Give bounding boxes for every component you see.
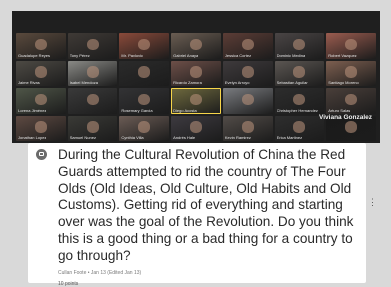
- participant-name: Samuel Nunez: [69, 135, 96, 140]
- participant-avatar: [345, 66, 358, 78]
- participant-tile[interactable]: Rosemary Garcia: [119, 88, 170, 114]
- participant-name: Robert Vazquez: [328, 52, 357, 58]
- participant-avatar: [138, 66, 151, 78]
- participant-avatar: [86, 66, 99, 78]
- participant-tile[interactable]: Diego Acosta: [171, 88, 221, 114]
- participant-avatar: [138, 93, 151, 106]
- participant-tile[interactable]: Santiago Moreno: [326, 60, 376, 86]
- post-points: 10 points: [58, 281, 79, 287]
- participant-tile[interactable]: [119, 60, 170, 86]
- participant-name: Ricardo Zamora: [173, 80, 202, 85]
- participant-avatar: [293, 121, 306, 133]
- participant-avatar: [293, 66, 306, 78]
- assignment-icon: [36, 149, 47, 160]
- participant-name: Christopher Hernandez: [276, 107, 318, 113]
- question-post-card[interactable]: During the Cultural Revolution of China …: [28, 143, 377, 287]
- participant-tile[interactable]: Arturo Salas: [326, 88, 376, 114]
- participant-tile[interactable]: [67, 88, 118, 114]
- participant-tile[interactable]: Christopher Hernandez: [274, 88, 325, 114]
- participant-grid: Guadalupe Reyes Tony Pérez Mr. Pavlovic Gab…: [16, 33, 376, 141]
- participant-avatar: [190, 38, 202, 51]
- participant-tile[interactable]: Tony Pérez: [67, 33, 118, 59]
- participant-avatar: [345, 38, 358, 51]
- participant-avatar: [345, 93, 358, 106]
- participant-tile[interactable]: Samuel Nunez: [67, 115, 118, 141]
- participant-tile[interactable]: Kevin Ramirez: [222, 115, 273, 141]
- participant-name: Sebastian Aguilar: [276, 80, 308, 85]
- participant-avatar: [241, 93, 254, 106]
- participant-tile[interactable]: Gabriel Anaya: [171, 33, 221, 59]
- question-text: During the Cultural Revolution of China …: [58, 147, 354, 263]
- participant-avatar: [34, 66, 47, 78]
- participant-tile[interactable]: Sebastian Aguilar: [274, 60, 325, 86]
- participant-avatar: [138, 38, 151, 51]
- participant-name: Mr. Pavlovic: [121, 52, 143, 58]
- participant-tile[interactable]: Guadalupe Reyes: [16, 33, 66, 59]
- participant-tile[interactable]: Cynthia Villa: [119, 115, 170, 141]
- post-meta: Cullan Foote • Jan 13 (Edited Jan 13): [58, 270, 142, 276]
- participant-tile[interactable]: Robert Vazquez: [326, 33, 376, 59]
- participant-name: Tony Pérez: [69, 52, 90, 58]
- participant-avatar: [241, 66, 254, 78]
- participant-avatar: [293, 93, 306, 106]
- participant-avatar: [86, 121, 99, 133]
- participant-tile[interactable]: Jonathan Lopez: [16, 115, 66, 141]
- participant-avatar: [190, 93, 202, 106]
- featured-participant-name: Viviana Gonzalez: [319, 114, 372, 121]
- participant-name: Erica Martinez: [276, 135, 303, 140]
- video-call-panel: Guadalupe Reyes Tony Pérez Mr. Pavlovic Gab…: [12, 11, 380, 143]
- participant-name: Guadalupe Reyes: [18, 52, 51, 58]
- participant-name: Jaime Rivas: [18, 80, 40, 85]
- participant-tile[interactable]: Evelyn Arroyo: [222, 60, 273, 86]
- more-options-icon[interactable]: ⋮: [368, 198, 377, 207]
- participant-avatar: [293, 38, 306, 51]
- participant-tile[interactable]: Ricardo Zamora: [171, 60, 221, 86]
- participant-avatar: [345, 121, 358, 133]
- participant-tile[interactable]: Isabel Mendoza: [67, 60, 118, 86]
- participant-avatar: [34, 38, 47, 51]
- participant-name: Arturo Salas: [328, 107, 351, 113]
- participant-name: Dominic Medina: [276, 52, 306, 58]
- participant-name: Isabel Mendoza: [69, 80, 98, 85]
- participant-avatar: [86, 38, 99, 51]
- participant-name: Cynthia Villa: [121, 135, 144, 140]
- participant-tile[interactable]: Lorena Jiménez: [16, 88, 66, 114]
- participant-name: Santiago Moreno: [328, 80, 359, 85]
- participant-name: Evelyn Arroyo: [224, 80, 250, 85]
- participant-tile[interactable]: Erica Martinez: [274, 115, 325, 141]
- participant-name: Lorena Jiménez: [18, 107, 47, 113]
- participant-name: Kevin Ramirez: [224, 135, 251, 140]
- participant-name: Jonathan Lopez: [18, 135, 47, 140]
- participant-name: Jessica Cortez: [224, 52, 252, 58]
- participant-avatar: [138, 121, 151, 133]
- participant-avatar: [190, 66, 202, 78]
- participant-tile[interactable]: Dominic Medina: [274, 33, 325, 59]
- participant-tile[interactable]: Andrés Hale: [171, 115, 221, 141]
- participant-avatar: [86, 93, 99, 106]
- participant-avatar: [34, 121, 47, 133]
- participant-tile[interactable]: Jessica Cortez: [222, 33, 273, 59]
- participant-name: Andrés Hale: [173, 135, 196, 140]
- participant-avatar: [241, 121, 254, 133]
- participant-avatar: [34, 93, 47, 106]
- participant-tile[interactable]: Mr. Pavlovic: [119, 33, 170, 59]
- participant-avatar: [241, 38, 254, 51]
- participant-name: Gabriel Anaya: [173, 52, 199, 58]
- participant-tile[interactable]: Jaime Rivas: [16, 60, 66, 86]
- participant-name: Diego Acosta: [173, 107, 197, 113]
- participant-avatar: [190, 121, 202, 133]
- participant-name: Rosemary Garcia: [121, 107, 153, 113]
- participant-tile[interactable]: [222, 88, 273, 114]
